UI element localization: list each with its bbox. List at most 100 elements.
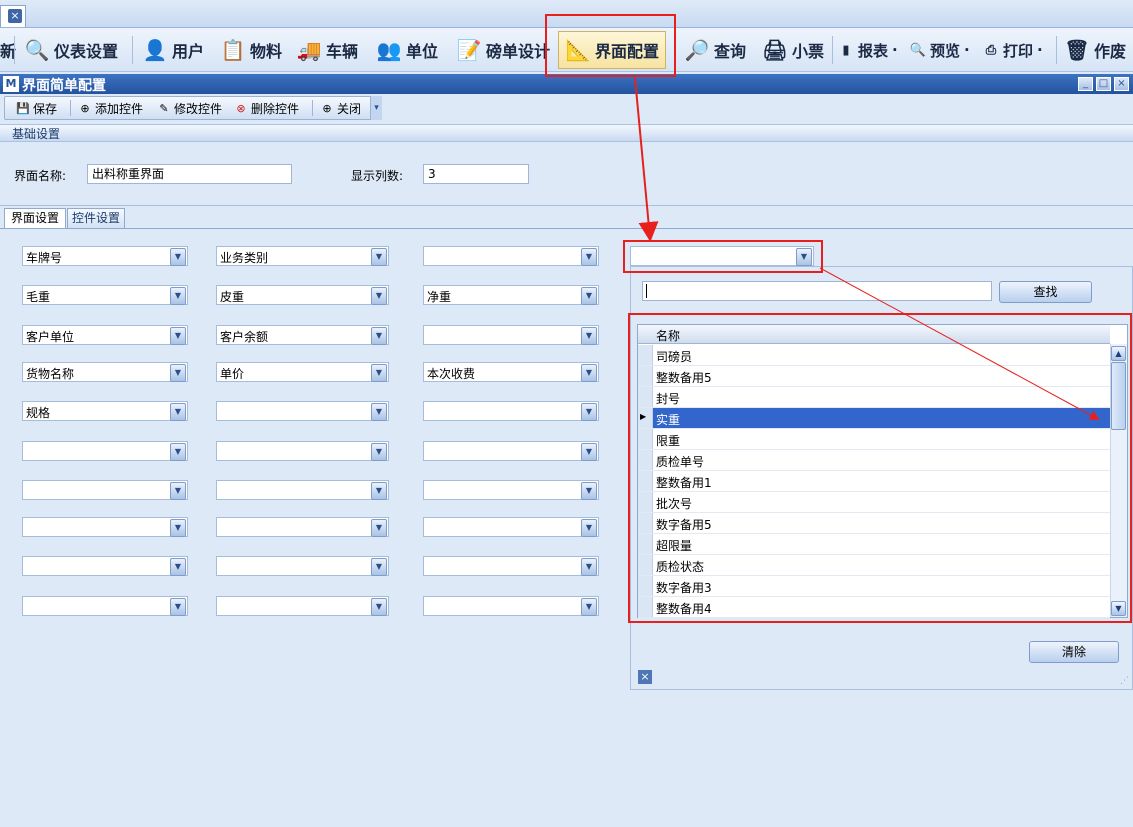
list-item[interactable]: 质检状态 <box>638 555 1110 576</box>
popup-close-icon[interactable]: × <box>638 670 652 684</box>
delete-control-button[interactable]: ⊗ 删除控件 <box>234 99 299 117</box>
chevron-down-icon[interactable]: ▼ <box>581 287 597 305</box>
toolbar-receipt[interactable]: 🖨 小票 <box>762 30 824 70</box>
close-icon[interactable]: × <box>8 9 22 23</box>
list-item[interactable]: 整数备用1 <box>638 471 1110 492</box>
tab-ui-settings[interactable]: 界面设置 <box>4 208 66 228</box>
toolbar-search[interactable]: 🔎 查询 <box>684 30 746 70</box>
field-combo[interactable]: 客户余额 ▼ <box>216 325 389 345</box>
scroll-up-icon[interactable]: ▲ <box>1111 346 1126 361</box>
chevron-down-icon[interactable]: ▼ <box>581 364 597 382</box>
list-item[interactable]: 质检单号 <box>638 450 1110 471</box>
list-item[interactable]: 封号 <box>638 387 1110 408</box>
field-combo[interactable]: ▼ <box>216 517 389 537</box>
chevron-down-icon[interactable]: ▼ <box>581 443 597 461</box>
chevron-down-icon[interactable]: ▼ <box>581 598 597 616</box>
toolbar-unit[interactable]: 👥 单位 <box>376 30 438 70</box>
scroll-down-icon[interactable]: ▼ <box>1111 601 1126 616</box>
chevron-down-icon[interactable]: ▼ <box>581 248 597 266</box>
field-combo[interactable]: ▼ <box>216 596 389 616</box>
edit-control-button[interactable]: ✎ 修改控件 <box>157 99 222 117</box>
chevron-down-icon[interactable]: ▼ <box>371 287 387 305</box>
chevron-down-icon[interactable]: ▼ <box>371 519 387 537</box>
list-item[interactable]: 数字备用5 <box>638 513 1110 534</box>
list-item[interactable]: 整数备用4 <box>638 597 1110 618</box>
list-item[interactable]: 超限量 <box>638 534 1110 555</box>
chevron-down-icon[interactable]: ▼ <box>581 558 597 576</box>
field-combo[interactable]: ▼ <box>423 401 599 421</box>
toolbar-overflow-icon[interactable]: ▾ <box>370 96 382 120</box>
chevron-down-icon[interactable]: ▼ <box>170 248 186 266</box>
chevron-down-icon[interactable]: ▼ <box>581 403 597 421</box>
chevron-down-icon[interactable]: ▼ <box>170 287 186 305</box>
toolbar-meter-settings[interactable]: 🔍 仪表设置 <box>24 30 118 70</box>
toolbar-ticket-design[interactable]: 📝 磅单设计 <box>456 30 550 70</box>
close-form-button[interactable]: ⊕ 关闭 <box>320 99 361 117</box>
chevron-down-icon[interactable]: ▼ <box>796 248 812 266</box>
column-header-name[interactable]: 名称 <box>656 327 680 344</box>
toolbar-preview[interactable]: 🔍 预览 · <box>910 30 970 70</box>
field-combo[interactable]: 本次收费 ▼ <box>423 362 599 382</box>
chevron-down-icon[interactable]: ▼ <box>371 403 387 421</box>
search-input[interactable] <box>642 281 992 301</box>
tab-control-settings[interactable]: 控件设置 <box>67 208 125 228</box>
field-combo[interactable]: ▼ <box>216 401 389 421</box>
toolbar-print[interactable]: ⎙ 打印 · <box>983 30 1043 70</box>
list-item[interactable]: 实重 <box>638 408 1110 429</box>
chevron-down-icon[interactable]: ▼ <box>371 364 387 382</box>
field-combo[interactable]: 货物名称 ▼ <box>22 362 188 382</box>
chevron-down-icon[interactable]: ▼ <box>170 364 186 382</box>
chevron-down-icon[interactable]: ▼ <box>170 558 186 576</box>
field-combo[interactable]: ▼ <box>22 480 188 500</box>
field-combo[interactable]: 皮重 ▼ <box>216 285 389 305</box>
field-combo[interactable]: ▼ <box>423 480 599 500</box>
list-item[interactable]: 司磅员 <box>638 345 1110 366</box>
field-combo[interactable]: ▼ <box>423 556 599 576</box>
window-close-icon[interactable]: × <box>1114 77 1129 91</box>
chevron-down-icon[interactable]: ▼ <box>170 443 186 461</box>
field-combo[interactable]: 规格 ▼ <box>22 401 188 421</box>
chevron-down-icon[interactable]: ▼ <box>581 327 597 345</box>
chevron-down-icon[interactable]: ▼ <box>170 598 186 616</box>
chevron-down-icon[interactable]: ▼ <box>170 519 186 537</box>
active-field-combo[interactable]: ▼ <box>630 246 814 266</box>
list-item[interactable]: 整数备用5 <box>638 366 1110 387</box>
toolbar-vehicle[interactable]: 🚚 车辆 <box>296 30 358 70</box>
save-button[interactable]: 💾 保存 <box>16 99 57 117</box>
field-combo[interactable]: 单价 ▼ <box>216 362 389 382</box>
field-combo[interactable]: ▼ <box>423 441 599 461</box>
field-combo[interactable]: 净重 ▼ <box>423 285 599 305</box>
toolbar-ui-config[interactable]: 📐 界面配置 <box>558 31 667 69</box>
field-combo[interactable]: ▼ <box>216 480 389 500</box>
field-combo[interactable]: ▼ <box>22 556 188 576</box>
find-button[interactable]: 查找 <box>999 281 1092 303</box>
field-combo[interactable]: 业务类别 ▼ <box>216 246 389 266</box>
field-combo[interactable]: 毛重 ▼ <box>22 285 188 305</box>
minimize-icon[interactable]: _ <box>1078 77 1093 91</box>
toolbar-user[interactable]: 👤 用户 <box>142 30 204 70</box>
field-combo[interactable]: ▼ <box>423 246 599 266</box>
field-combo[interactable]: ▼ <box>216 556 389 576</box>
field-combo[interactable]: ▼ <box>22 517 188 537</box>
toolbar-material[interactable]: 📋 物料 <box>220 30 282 70</box>
field-combo[interactable]: 客户单位 ▼ <box>22 325 188 345</box>
field-combo[interactable]: ▼ <box>423 596 599 616</box>
chevron-down-icon[interactable]: ▼ <box>170 327 186 345</box>
resize-grip-icon[interactable]: ⋰ <box>1120 676 1129 686</box>
chevron-down-icon[interactable]: ▼ <box>170 482 186 500</box>
add-control-button[interactable]: ⊕ 添加控件 <box>78 99 143 117</box>
field-combo[interactable]: ▼ <box>423 517 599 537</box>
clear-button[interactable]: 清除 <box>1029 641 1119 663</box>
chevron-down-icon[interactable]: ▼ <box>170 403 186 421</box>
chevron-down-icon[interactable]: ▼ <box>371 598 387 616</box>
chevron-down-icon[interactable]: ▼ <box>581 482 597 500</box>
field-combo[interactable]: ▼ <box>216 441 389 461</box>
scroll-thumb[interactable] <box>1111 362 1126 430</box>
chevron-down-icon[interactable]: ▼ <box>371 482 387 500</box>
chevron-down-icon[interactable]: ▼ <box>371 248 387 266</box>
toolbar-void[interactable]: 🗑 作废 <box>1064 30 1126 70</box>
columns-input[interactable]: 3 <box>423 164 529 184</box>
field-combo[interactable]: ▼ <box>22 596 188 616</box>
field-combo[interactable]: ▼ <box>423 325 599 345</box>
maximize-icon[interactable]: □ <box>1096 77 1111 91</box>
